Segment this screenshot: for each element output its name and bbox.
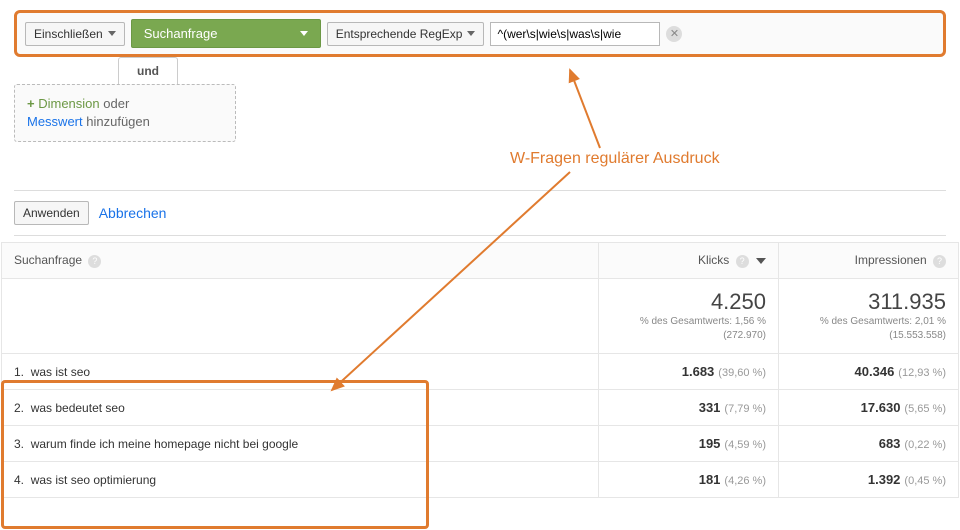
chevron-down-icon bbox=[467, 31, 475, 36]
regex-input[interactable] bbox=[490, 22, 660, 46]
chevron-down-icon bbox=[108, 31, 116, 36]
totals-impressions: 311.935 % des Gesamtwerts: 2,01 % (15.55… bbox=[779, 279, 959, 354]
help-icon[interactable]: ? bbox=[933, 255, 946, 268]
plus-icon: + bbox=[27, 96, 35, 111]
results-table: Suchanfrage ? Klicks ? Impressionen ? 4.… bbox=[1, 242, 959, 498]
sort-desc-icon bbox=[756, 258, 766, 264]
cancel-link[interactable]: Abbrechen bbox=[99, 205, 167, 221]
query-text: was ist seo bbox=[31, 365, 90, 379]
filter-bar: Einschließen Suchanfrage Entsprechende R… bbox=[14, 10, 946, 57]
add-dimension-button[interactable]: + Dimension oder Messwert hinzufügen bbox=[14, 84, 236, 142]
annotation-label: W-Fragen regulärer Ausdruck bbox=[510, 150, 720, 168]
query-text: warum finde ich meine homepage nicht bei… bbox=[31, 437, 299, 451]
col-impressions[interactable]: Impressionen ? bbox=[779, 243, 959, 279]
apply-row: Anwenden Abbrechen bbox=[14, 190, 946, 236]
dimension-select[interactable]: Suchanfrage bbox=[131, 19, 321, 48]
oder-word: oder bbox=[103, 96, 129, 111]
table-row: 1. was ist seo 1.683(39,60 %) 40.346(12,… bbox=[2, 354, 959, 390]
totals-row: 4.250 % des Gesamtwerts: 1,56 % (272.970… bbox=[2, 279, 959, 354]
table-row: 4. was ist seo optimierung 181(4,26 %) 1… bbox=[2, 462, 959, 498]
apply-button[interactable]: Anwenden bbox=[14, 201, 89, 225]
include-button[interactable]: Einschließen bbox=[25, 22, 125, 46]
table-row: 2. was bedeutet seo 331(7,79 %) 17.630(5… bbox=[2, 390, 959, 426]
dimension-label: Suchanfrage bbox=[144, 26, 218, 41]
help-icon[interactable]: ? bbox=[88, 255, 101, 268]
clear-icon[interactable]: ✕ bbox=[666, 26, 682, 42]
match-type-label: Entsprechende RegExp bbox=[336, 27, 463, 41]
query-text: was ist seo optimierung bbox=[31, 473, 156, 487]
dim-word: Dimension bbox=[38, 96, 99, 111]
hinzu-word: hinzufügen bbox=[86, 114, 150, 129]
tab-und[interactable]: und bbox=[118, 57, 178, 84]
col-clicks[interactable]: Klicks ? bbox=[599, 243, 779, 279]
include-label: Einschließen bbox=[34, 27, 103, 41]
col-query[interactable]: Suchanfrage ? bbox=[2, 243, 599, 279]
help-icon[interactable]: ? bbox=[736, 255, 749, 268]
query-text: was bedeutet seo bbox=[31, 401, 125, 415]
table-row: 3. warum finde ich meine homepage nicht … bbox=[2, 426, 959, 462]
mess-word: Messwert bbox=[27, 114, 83, 129]
chevron-down-icon bbox=[300, 31, 308, 36]
totals-clicks: 4.250 % des Gesamtwerts: 1,56 % (272.970… bbox=[599, 279, 779, 354]
match-type-button[interactable]: Entsprechende RegExp bbox=[327, 22, 485, 46]
